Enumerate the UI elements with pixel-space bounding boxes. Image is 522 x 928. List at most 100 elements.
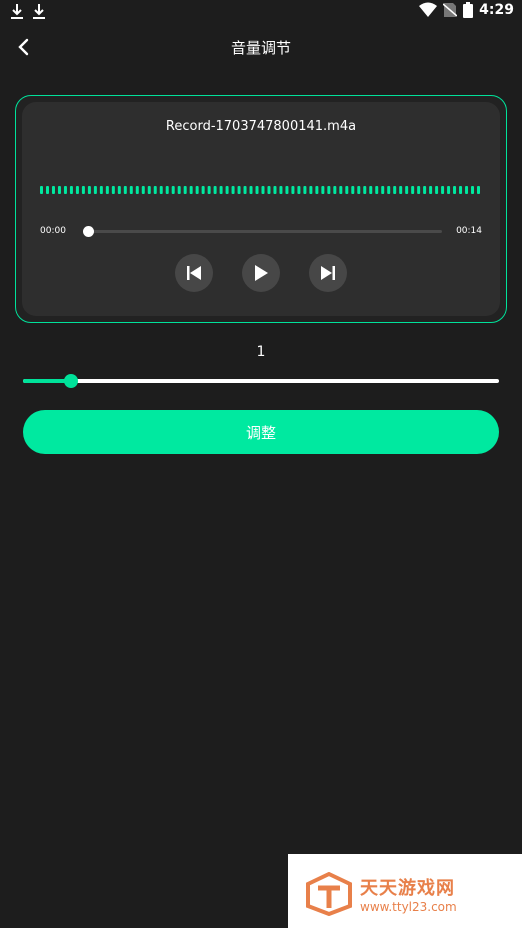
download-icon xyxy=(33,4,45,19)
wave-bar xyxy=(141,186,145,194)
wave-bar xyxy=(441,186,445,194)
watermark-url: www.ttyl23.com xyxy=(360,900,457,914)
wave-bar xyxy=(99,186,103,194)
current-time: 00:00 xyxy=(40,226,66,236)
wave-bar xyxy=(447,186,451,194)
no-sim-icon xyxy=(443,3,458,17)
wave-bar xyxy=(279,186,283,194)
wave-bar xyxy=(357,186,361,194)
wave-bar xyxy=(249,186,253,194)
wave-bar xyxy=(291,186,295,194)
next-button[interactable] xyxy=(309,254,347,292)
wave-bar xyxy=(333,186,337,194)
wave-bar xyxy=(387,186,391,194)
wave-bar xyxy=(303,186,307,194)
player-card: Record-1703747800141.m4a 00:00 00:14 xyxy=(15,95,507,323)
total-time: 00:14 xyxy=(456,226,482,236)
wave-bar xyxy=(105,186,109,194)
wave-bar xyxy=(51,186,55,194)
wave-bar xyxy=(399,186,403,194)
status-time: 4:29 xyxy=(479,2,514,18)
wave-bar xyxy=(123,186,127,194)
wave-bar xyxy=(135,186,139,194)
play-button[interactable] xyxy=(242,254,280,292)
wave-bar xyxy=(45,186,49,194)
file-name: Record-1703747800141.m4a xyxy=(165,119,357,134)
wave-bar xyxy=(297,186,301,194)
skip-next-icon xyxy=(321,266,335,280)
wave-bar xyxy=(321,186,325,194)
wave-bar xyxy=(129,186,133,194)
wave-bar xyxy=(417,186,421,194)
skip-previous-icon xyxy=(187,266,201,280)
wave-bar xyxy=(69,186,73,194)
wave-bar xyxy=(411,186,415,194)
waveform xyxy=(40,186,480,194)
battery-icon xyxy=(463,2,474,18)
progress-thumb[interactable] xyxy=(83,226,94,237)
wave-bar xyxy=(87,186,91,194)
wave-bar xyxy=(93,186,97,194)
page-title: 音量调节 xyxy=(230,39,291,57)
wave-bar xyxy=(57,186,61,194)
wave-bar xyxy=(453,186,457,194)
wave-bar xyxy=(159,186,163,194)
wifi-icon xyxy=(419,2,438,17)
wave-bar xyxy=(165,186,169,194)
wave-bar xyxy=(117,186,121,194)
wave-bar xyxy=(261,186,265,194)
wave-bar xyxy=(363,186,367,194)
wave-bar xyxy=(327,186,331,194)
wave-bar xyxy=(423,186,427,194)
wave-bar xyxy=(255,186,259,194)
wave-bar xyxy=(63,186,67,194)
play-icon xyxy=(255,265,268,281)
volume-value: 1 xyxy=(256,344,266,360)
wave-bar xyxy=(435,186,439,194)
site-logo-icon xyxy=(306,872,352,916)
volume-thumb[interactable] xyxy=(63,374,78,388)
wave-bar xyxy=(75,186,79,194)
wave-bar xyxy=(429,186,433,194)
download-icon xyxy=(11,4,23,19)
wave-bar xyxy=(171,186,175,194)
wave-bar xyxy=(471,186,475,194)
status-left-icons xyxy=(10,3,46,21)
wave-bar xyxy=(351,186,355,194)
progress-bar[interactable] xyxy=(83,226,442,237)
watermark: 天天游戏网 www.ttyl23.com xyxy=(288,854,522,928)
wave-bar xyxy=(201,186,205,194)
volume-slider[interactable] xyxy=(23,374,499,388)
wave-bar xyxy=(111,186,115,194)
wave-bar xyxy=(213,186,217,194)
previous-button[interactable] xyxy=(175,254,213,292)
wave-bar xyxy=(237,186,241,194)
wave-bar xyxy=(81,186,85,194)
wave-bar xyxy=(153,186,157,194)
wave-bar xyxy=(315,186,319,194)
wave-bar xyxy=(477,186,480,194)
status-bar: 4:29 xyxy=(0,0,522,26)
wave-bar xyxy=(40,186,43,194)
wave-bar xyxy=(309,186,313,194)
adjust-button[interactable]: 调整 xyxy=(23,410,499,454)
wave-bar xyxy=(243,186,247,194)
wave-bar xyxy=(465,186,469,194)
wave-bar xyxy=(459,186,463,194)
wave-bar xyxy=(339,186,343,194)
wave-bar xyxy=(369,186,373,194)
wave-bar xyxy=(183,186,187,194)
wave-bar xyxy=(267,186,271,194)
header: 音量调节 xyxy=(0,28,522,66)
wave-bar xyxy=(273,186,277,194)
status-right-icons: 4:29 xyxy=(419,2,514,18)
wave-bar xyxy=(345,186,349,194)
wave-bar xyxy=(231,186,235,194)
wave-bar xyxy=(375,186,379,194)
wave-bar xyxy=(225,186,229,194)
wave-bar xyxy=(207,186,211,194)
wave-bar xyxy=(393,186,397,194)
playback-controls xyxy=(22,254,500,292)
player-card-inner: Record-1703747800141.m4a 00:00 00:14 xyxy=(22,102,500,316)
wave-bar xyxy=(219,186,223,194)
